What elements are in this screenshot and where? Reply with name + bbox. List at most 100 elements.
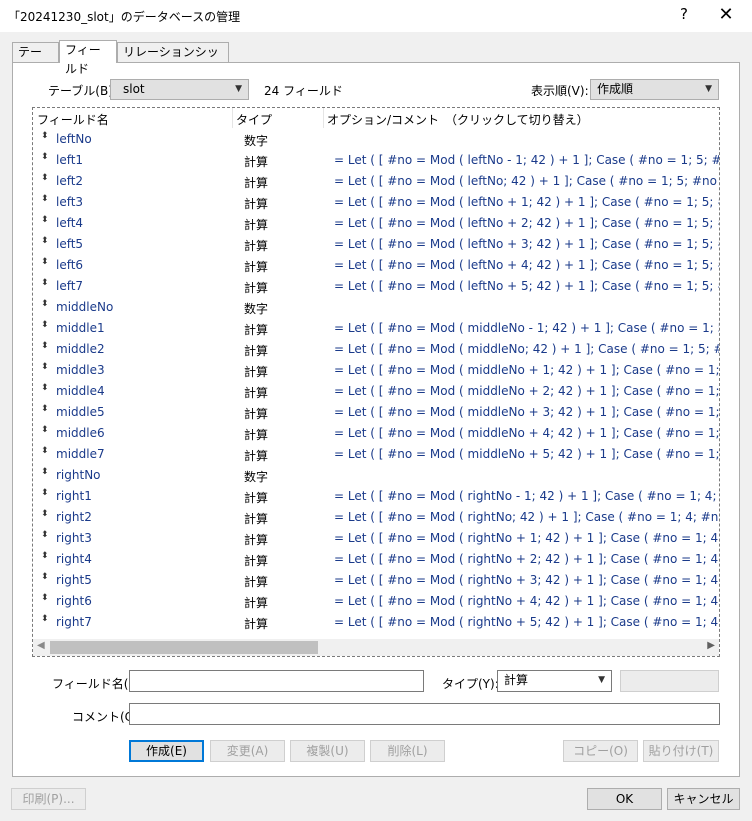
drag-handle-icon[interactable]: ⬍: [41, 152, 49, 162]
table-row[interactable]: ⬍ right1 計算 = Let ( [ #no = Mod ( rightNo -…: [33, 485, 719, 506]
print-button[interactable]: 印刷(P)...: [11, 788, 86, 810]
drag-handle-icon[interactable]: ⬍: [41, 320, 49, 330]
cancel-button[interactable]: キャンセル: [667, 788, 740, 810]
create-button[interactable]: 作成(E): [129, 740, 204, 762]
scroll-right-icon[interactable]: ▶: [707, 640, 715, 651]
table-row[interactable]: ⬍ middle7 計算 = Let ( [ #no = Mod ( middleNo…: [33, 443, 719, 464]
field-options-cell: = Let ( [ #no = Mod ( leftNo + 5; 42 ) +…: [334, 279, 719, 293]
table-row[interactable]: ⬍ middle1 計算 = Let ( [ #no = Mod ( middleNo…: [33, 317, 719, 338]
field-name-cell: right5: [56, 573, 92, 587]
drag-handle-icon[interactable]: ⬍: [41, 425, 49, 435]
field-name-input[interactable]: [129, 670, 424, 692]
column-divider[interactable]: [232, 108, 233, 128]
drag-handle-icon[interactable]: ⬍: [41, 257, 49, 267]
drag-handle-icon[interactable]: ⬍: [41, 404, 49, 414]
drag-handle-icon[interactable]: ⬍: [41, 509, 49, 519]
table-select-label: テーブル(B):: [48, 84, 117, 98]
copy-button[interactable]: コピー(O): [563, 740, 638, 762]
drag-handle-icon[interactable]: ⬍: [41, 131, 49, 141]
field-name-cell: right2: [56, 510, 92, 524]
table-row[interactable]: ⬍ left6 計算 = Let ( [ #no = Mod ( leftNo + 4…: [33, 254, 719, 275]
field-options-cell: = Let ( [ #no = Mod ( leftNo + 3; 42 ) +…: [334, 237, 719, 251]
sort-select[interactable]: 作成順 ▼: [590, 79, 719, 100]
scrollbar-thumb[interactable]: [50, 641, 318, 654]
type-select[interactable]: 計算 ▼: [497, 670, 612, 692]
table-row[interactable]: ⬍ right6 計算 = Let ( [ #no = Mod ( rightNo +…: [33, 590, 719, 611]
field-list[interactable]: フィールド名 タイプ オプション/コメント （クリックして切り替え） ⬍ left…: [32, 107, 720, 657]
field-name-cell: middle3: [56, 363, 105, 377]
field-name-cell: left4: [56, 216, 84, 230]
close-icon[interactable]: ✕: [712, 4, 740, 28]
field-options-cell: = Let ( [ #no = Mod ( rightNo - 1; 42 ) …: [334, 489, 719, 503]
field-type-cell: 計算: [244, 176, 269, 190]
type-select-value: 計算: [504, 673, 529, 687]
tab-relationships[interactable]: リレーションシップ: [117, 42, 229, 78]
table-row[interactable]: ⬍ rightNo 数字: [33, 464, 719, 485]
drag-handle-icon[interactable]: ⬍: [41, 299, 49, 309]
table-row[interactable]: ⬍ right7 計算 = Let ( [ #no = Mod ( rightNo +…: [33, 611, 719, 632]
field-name-cell: right4: [56, 552, 92, 566]
horizontal-scrollbar[interactable]: ◀ ▶: [33, 639, 719, 656]
change-button[interactable]: 変更(A): [210, 740, 285, 762]
drag-handle-icon[interactable]: ⬍: [41, 530, 49, 540]
table-row[interactable]: ⬍ left2 計算 = Let ( [ #no = Mod ( leftNo; 42…: [33, 170, 719, 191]
field-options-cell: = Let ( [ #no = Mod ( middleNo - 1; 42 )…: [334, 321, 719, 335]
field-name-cell: left6: [56, 258, 84, 272]
table-row[interactable]: ⬍ left5 計算 = Let ( [ #no = Mod ( leftNo + 3…: [33, 233, 719, 254]
table-row[interactable]: ⬍ leftNo 数字: [33, 128, 719, 149]
drag-handle-icon[interactable]: ⬍: [41, 446, 49, 456]
field-name-cell: right7: [56, 615, 92, 629]
table-select[interactable]: slot ▼: [110, 79, 249, 100]
table-row[interactable]: ⬍ right4 計算 = Let ( [ #no = Mod ( rightNo +…: [33, 548, 719, 569]
field-options-cell: = Let ( [ #no = Mod ( rightNo + 3; 42 ) …: [334, 573, 719, 587]
table-row[interactable]: ⬍ left3 計算 = Let ( [ #no = Mod ( leftNo + 1…: [33, 191, 719, 212]
duplicate-button[interactable]: 複製(U): [290, 740, 365, 762]
table-row[interactable]: ⬍ right2 計算 = Let ( [ #no = Mod ( rightNo; …: [33, 506, 719, 527]
column-header-type[interactable]: タイプ: [236, 111, 272, 128]
drag-handle-icon[interactable]: ⬍: [41, 236, 49, 246]
table-row[interactable]: ⬍ middle4 計算 = Let ( [ #no = Mod ( middleNo…: [33, 380, 719, 401]
ok-button[interactable]: OK: [587, 788, 662, 810]
table-row[interactable]: ⬍ middle3 計算 = Let ( [ #no = Mod ( middleNo…: [33, 359, 719, 380]
drag-handle-icon[interactable]: ⬍: [41, 614, 49, 624]
table-row[interactable]: ⬍ left4 計算 = Let ( [ #no = Mod ( leftNo + 2…: [33, 212, 719, 233]
field-type-cell: 計算: [244, 575, 269, 589]
field-count: 24 フィールド: [264, 84, 343, 98]
tab-fields[interactable]: フィールド: [59, 40, 117, 76]
table-row[interactable]: ⬍ middle2 計算 = Let ( [ #no = Mod ( middleNo…: [33, 338, 719, 359]
tab-tables[interactable]: テーブル: [12, 42, 59, 78]
scroll-left-icon[interactable]: ◀: [37, 640, 45, 651]
drag-handle-icon[interactable]: ⬍: [41, 572, 49, 582]
field-options-cell: = Let ( [ #no = Mod ( middleNo + 3; 42 )…: [334, 405, 720, 419]
table-row[interactable]: ⬍ middleNo 数字: [33, 296, 719, 317]
sort-select-value: 作成順: [597, 82, 634, 96]
chevron-down-icon: ▼: [705, 84, 712, 94]
drag-handle-icon[interactable]: ⬍: [41, 362, 49, 372]
comment-input[interactable]: [129, 703, 720, 725]
field-options-cell: = Let ( [ #no = Mod ( middleNo + 1; 42 )…: [334, 363, 720, 377]
table-row[interactable]: ⬍ middle6 計算 = Let ( [ #no = Mod ( middleNo…: [33, 422, 719, 443]
table-row[interactable]: ⬍ left1 計算 = Let ( [ #no = Mod ( leftNo - 1…: [33, 149, 719, 170]
column-header-options[interactable]: オプション/コメント （クリックして切り替え）: [327, 111, 589, 128]
table-row[interactable]: ⬍ right5 計算 = Let ( [ #no = Mod ( rightNo +…: [33, 569, 719, 590]
delete-button[interactable]: 削除(L): [370, 740, 445, 762]
drag-handle-icon[interactable]: ⬍: [41, 341, 49, 351]
help-icon[interactable]: ?: [674, 5, 694, 23]
drag-handle-icon[interactable]: ⬍: [41, 551, 49, 561]
table-row[interactable]: ⬍ middle5 計算 = Let ( [ #no = Mod ( middleNo…: [33, 401, 719, 422]
drag-handle-icon[interactable]: ⬍: [41, 593, 49, 603]
drag-handle-icon[interactable]: ⬍: [41, 488, 49, 498]
drag-handle-icon[interactable]: ⬍: [41, 278, 49, 288]
drag-handle-icon[interactable]: ⬍: [41, 383, 49, 393]
drag-handle-icon[interactable]: ⬍: [41, 467, 49, 477]
options-button[interactable]: [620, 670, 719, 692]
paste-button[interactable]: 貼り付け(T): [643, 740, 719, 762]
column-header-name[interactable]: フィールド名: [37, 111, 109, 128]
table-row[interactable]: ⬍ left7 計算 = Let ( [ #no = Mod ( leftNo + 5…: [33, 275, 719, 296]
drag-handle-icon[interactable]: ⬍: [41, 215, 49, 225]
field-type-cell: 計算: [244, 617, 269, 631]
table-row[interactable]: ⬍ right3 計算 = Let ( [ #no = Mod ( rightNo +…: [33, 527, 719, 548]
drag-handle-icon[interactable]: ⬍: [41, 194, 49, 204]
column-divider[interactable]: [323, 108, 324, 128]
drag-handle-icon[interactable]: ⬍: [41, 173, 49, 183]
